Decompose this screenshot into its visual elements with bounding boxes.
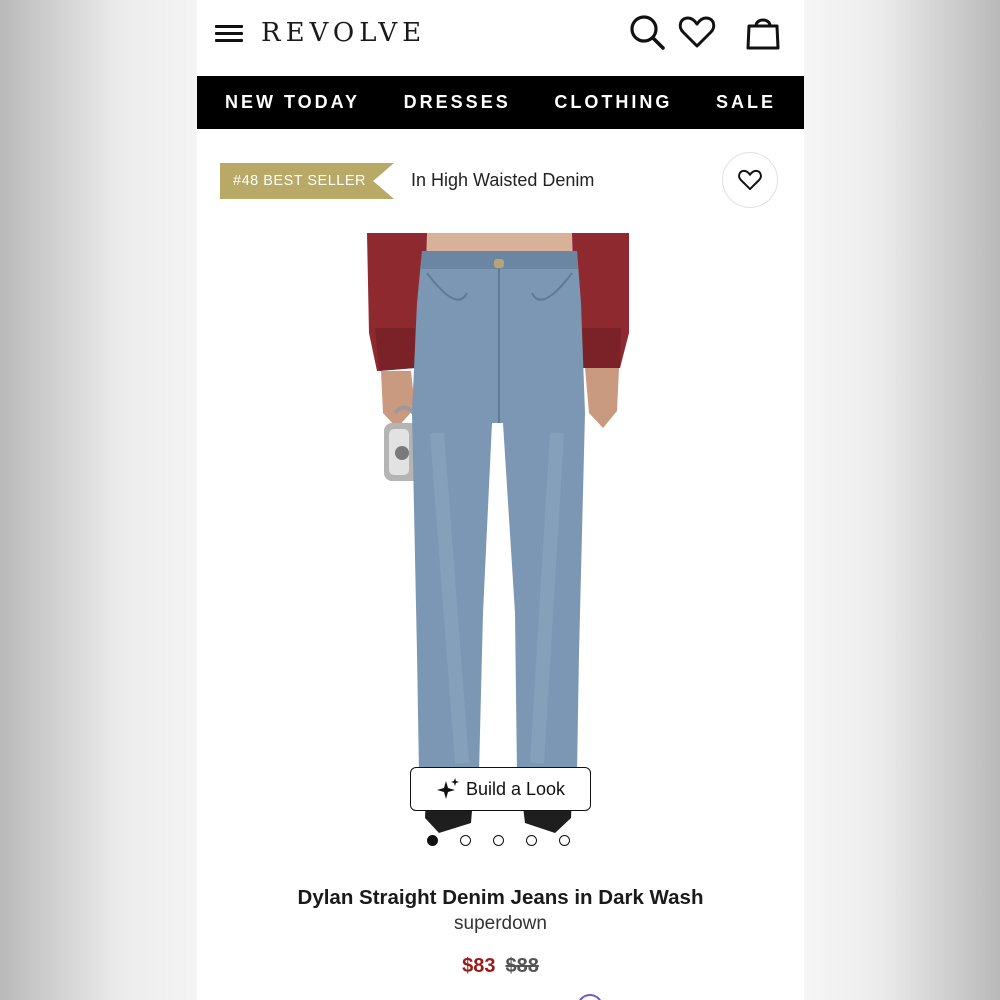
menu-icon[interactable]	[215, 22, 245, 44]
best-seller-badge: #48 BEST SELLER	[220, 163, 394, 199]
carousel-dot[interactable]	[559, 835, 570, 846]
logo[interactable]: REVOLVE	[261, 18, 426, 48]
original-price: $88	[505, 955, 539, 977]
product-title: Dylan Straight Denim Jeans in Dark Wash	[297, 886, 704, 909]
heart-icon	[738, 169, 762, 191]
header: REVOLVE	[197, 0, 804, 76]
carousel-dot[interactable]	[493, 835, 504, 846]
wishlist-button[interactable]	[722, 152, 778, 208]
product-brand[interactable]: superdown	[197, 913, 804, 935]
sale-price: $83	[462, 955, 496, 977]
partial-icon	[577, 994, 603, 1000]
bag-icon[interactable]	[743, 12, 783, 52]
category-link[interactable]: In High Waisted Denim	[411, 170, 594, 191]
search-icon[interactable]	[627, 12, 667, 52]
build-a-look-button[interactable]: Build a Look	[410, 767, 591, 811]
product-image[interactable]	[367, 233, 632, 851]
carousel-dot[interactable]	[427, 835, 438, 846]
phone-screen: REVOLVE NEW TODAY DRESSES CLOTHING SALE …	[197, 0, 804, 1000]
heart-icon[interactable]	[677, 12, 717, 52]
carousel-dot[interactable]	[526, 835, 537, 846]
nav-new-today[interactable]: NEW TODAY	[225, 92, 360, 113]
carousel-dot[interactable]	[460, 835, 471, 846]
nav-sale[interactable]: SALE	[716, 92, 776, 113]
top-nav: NEW TODAY DRESSES CLOTHING SALE	[197, 76, 804, 129]
price-row: $83 $88	[197, 955, 804, 978]
sparkle-icon	[436, 778, 459, 799]
nav-dresses[interactable]: DRESSES	[404, 92, 511, 113]
build-a-look-label: Build a Look	[465, 778, 566, 799]
nav-clothing[interactable]: CLOTHING	[554, 92, 672, 113]
carousel-dots	[427, 835, 570, 846]
